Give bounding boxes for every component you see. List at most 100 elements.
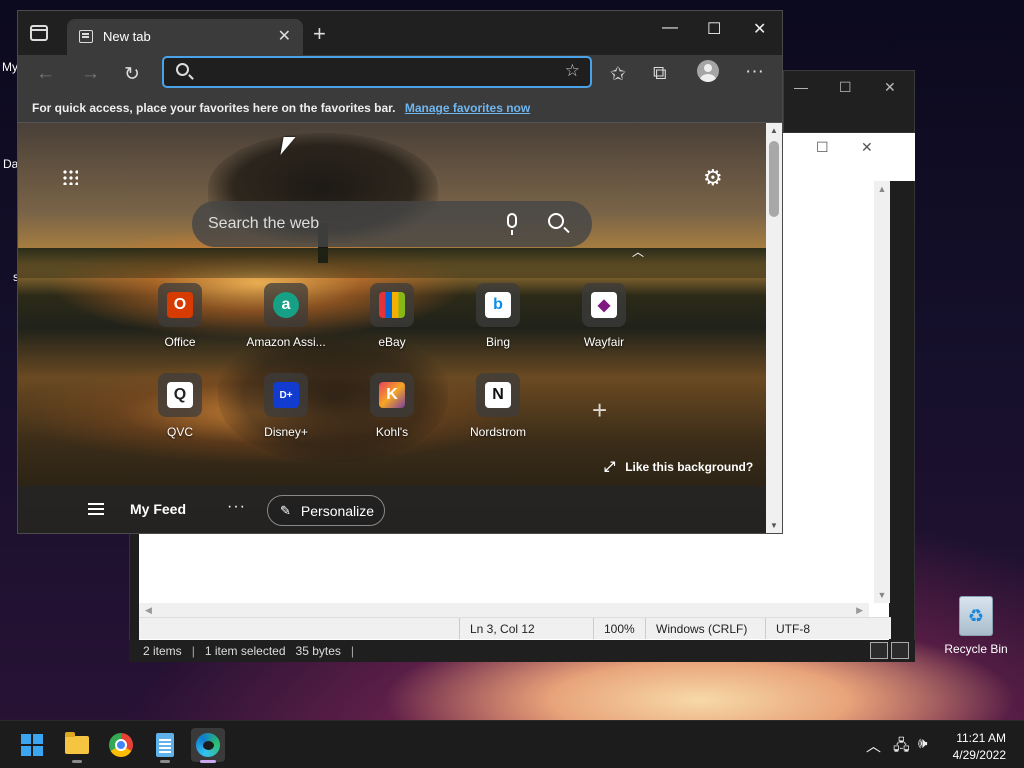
quick-link-office[interactable]: O Office bbox=[132, 283, 228, 363]
my-feed-tab[interactable]: My Feed bbox=[130, 501, 186, 517]
favorites-bar-message: For quick access, place your favorites h… bbox=[32, 101, 396, 115]
web-search-box[interactable] bbox=[192, 201, 592, 247]
office-icon: O bbox=[167, 292, 193, 318]
search-icon bbox=[176, 63, 189, 76]
page-settings-gear-icon[interactable]: ⚙ bbox=[703, 165, 723, 191]
favorites-icon[interactable]: ✩ bbox=[610, 63, 626, 86]
maximize-button[interactable]: ☐ bbox=[707, 19, 721, 39]
tab-bar: New tab ✕ + — ☐ ✕ bbox=[18, 11, 782, 55]
clock[interactable]: 11:21 AM 4/29/2022 bbox=[948, 730, 1006, 764]
new-tab-button[interactable]: + bbox=[313, 21, 326, 47]
notepad-title-strip: ☐ ✕ bbox=[781, 133, 915, 181]
quick-link-label: Wayfair bbox=[583, 335, 625, 349]
quick-link-label: Amazon Assi... bbox=[246, 335, 326, 349]
manage-favorites-link[interactable]: Manage favorites now bbox=[405, 101, 530, 115]
settings-more-icon[interactable]: ··· bbox=[745, 61, 764, 83]
search-icon[interactable] bbox=[548, 213, 564, 229]
quick-link-nordstrom[interactable]: N Nordstrom bbox=[450, 373, 546, 453]
notepad-status-bar: Ln 3, Col 12 100% Windows (CRLF) UTF-8 bbox=[139, 617, 891, 639]
kohls-icon: K bbox=[379, 382, 405, 408]
horizontal-scrollbar[interactable]: ◀ ▶ bbox=[139, 603, 869, 617]
more-options-icon[interactable]: ··· bbox=[227, 498, 246, 516]
selection-info: 1 item selected bbox=[204, 644, 286, 658]
add-favorite-icon[interactable]: ☆ bbox=[565, 61, 580, 81]
maximize-icon[interactable]: ☐ bbox=[839, 79, 852, 96]
close-icon[interactable]: ✕ bbox=[884, 79, 896, 96]
quick-link-label: Office bbox=[164, 335, 196, 349]
folder-icon bbox=[65, 732, 89, 754]
quick-link-qvc[interactable]: Q QVC bbox=[132, 373, 228, 453]
large-icons-view-icon[interactable] bbox=[891, 642, 909, 659]
quick-link-label: Kohl's bbox=[375, 425, 409, 439]
quick-link-label: Disney+ bbox=[264, 425, 308, 439]
new-tab-page: ⚙ ︿ O Office a Amazon Assi... eBay b Bin… bbox=[18, 123, 766, 533]
quick-link-kohls[interactable]: K Kohl's bbox=[344, 373, 440, 453]
disney-plus-icon: D+ bbox=[273, 382, 299, 408]
forward-icon[interactable]: → bbox=[81, 63, 100, 85]
menu-hamburger-icon[interactable] bbox=[88, 503, 104, 515]
desktop-icon-label[interactable]: My bbox=[2, 60, 18, 74]
encoding: UTF-8 bbox=[765, 618, 875, 639]
cursor-position: Ln 3, Col 12 bbox=[459, 618, 593, 639]
recycle-bin[interactable]: ♻ Recycle Bin bbox=[940, 596, 1012, 666]
expand-icon: ⤢ bbox=[604, 458, 616, 474]
volume-icon[interactable]: 🕪 bbox=[918, 735, 927, 752]
quick-link-label: eBay bbox=[378, 335, 406, 349]
pencil-icon: ✎ bbox=[280, 502, 291, 518]
browser-toolbar: ← → ↻ ☆ ✩ ⧉ ··· bbox=[18, 55, 782, 95]
nordstrom-icon: N bbox=[485, 382, 511, 408]
line-ending: Windows (CRLF) bbox=[645, 618, 765, 639]
selection-size: 35 bytes bbox=[295, 644, 341, 658]
details-view-icon[interactable] bbox=[870, 642, 888, 659]
amazon-assistant-icon: a bbox=[273, 292, 299, 318]
ebay-icon bbox=[379, 292, 405, 318]
taskbar-notepad[interactable] bbox=[148, 728, 182, 763]
tab-title: New tab bbox=[103, 29, 151, 44]
recycle-bin-icon: ♻ bbox=[959, 596, 993, 636]
minimize-icon[interactable]: — bbox=[794, 79, 808, 95]
profile-avatar-icon[interactable] bbox=[697, 60, 719, 82]
taskbar-file-explorer[interactable] bbox=[60, 728, 94, 763]
microphone-icon[interactable] bbox=[507, 213, 517, 235]
quick-link-disney-plus[interactable]: D+ Disney+ bbox=[238, 373, 334, 453]
chevron-up-icon[interactable]: ︿ bbox=[632, 243, 644, 260]
feed-bar: My Feed ··· ✎ Personalize bbox=[18, 486, 766, 533]
clock-time: 11:21 AM bbox=[956, 731, 1006, 745]
chevron-up-icon[interactable]: ︿ bbox=[866, 735, 881, 756]
personalize-label: Personalize bbox=[300, 502, 375, 519]
quick-link-label: Bing bbox=[485, 335, 511, 349]
start-button[interactable] bbox=[15, 728, 49, 762]
quick-link-ebay[interactable]: eBay bbox=[344, 283, 440, 363]
app-launcher-icon[interactable] bbox=[62, 169, 78, 185]
network-icon[interactable]: 🖧 bbox=[893, 735, 910, 760]
taskbar-edge[interactable] bbox=[191, 728, 225, 763]
like-background-link[interactable]: ⤢ Like this background? bbox=[604, 458, 753, 475]
scrollbar-thumb[interactable] bbox=[769, 141, 779, 217]
maximize-icon[interactable]: ☐ bbox=[816, 139, 829, 156]
like-background-label: Like this background? bbox=[625, 459, 754, 474]
tab-actions-icon[interactable] bbox=[30, 25, 48, 41]
qvc-icon: Q bbox=[167, 382, 193, 408]
personalize-button[interactable]: ✎ Personalize bbox=[267, 495, 385, 526]
close-icon[interactable]: ✕ bbox=[861, 139, 873, 156]
clock-date: 4/29/2022 bbox=[952, 748, 1006, 762]
close-window-button[interactable]: ✕ bbox=[753, 19, 766, 39]
back-icon[interactable]: ← bbox=[36, 63, 55, 85]
zoom-level: 100% bbox=[593, 618, 645, 639]
item-count: 2 items bbox=[143, 644, 182, 658]
page-scrollbar[interactable]: ▲ ▼ bbox=[766, 123, 782, 533]
quick-link-bing[interactable]: b Bing bbox=[450, 283, 546, 363]
refresh-icon[interactable]: ↻ bbox=[124, 63, 140, 86]
tab-new-tab[interactable]: New tab ✕ bbox=[67, 19, 303, 55]
quick-link-wayfair[interactable]: ◆ Wayfair bbox=[556, 283, 652, 363]
vertical-scrollbar[interactable]: ▲ ▼ bbox=[874, 181, 890, 603]
close-tab-icon[interactable]: ✕ bbox=[278, 26, 291, 46]
quick-link-amazon-assistant[interactable]: a Amazon Assi... bbox=[238, 283, 334, 363]
address-input[interactable] bbox=[200, 62, 540, 82]
taskbar-chrome[interactable] bbox=[104, 728, 138, 762]
add-quick-link-icon[interactable]: + bbox=[592, 395, 607, 426]
collections-icon[interactable]: ⧉ bbox=[653, 63, 667, 85]
address-bar[interactable]: ☆ bbox=[162, 56, 592, 88]
minimize-button[interactable]: — bbox=[662, 19, 678, 37]
web-search-input[interactable] bbox=[208, 213, 488, 235]
